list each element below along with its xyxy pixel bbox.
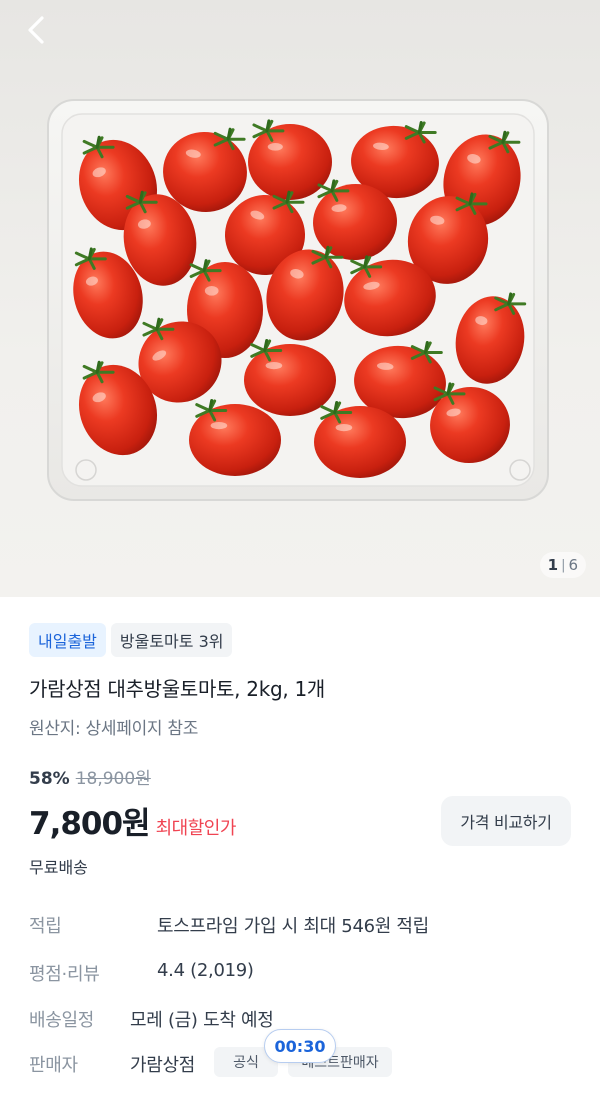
badge-tomorrow-departure: 내일출발 xyxy=(29,623,106,657)
discount-rate: 58% xyxy=(29,769,70,789)
price-row: 7,800원 최대할인가 xyxy=(29,798,236,843)
rating-label: 평점·리뷰 xyxy=(29,964,100,985)
points-label: 적립 xyxy=(29,916,62,937)
original-price: 18,900원 xyxy=(75,769,151,789)
points-value: 토스프라임 가입 시 최대 546원 적립 xyxy=(157,916,429,937)
product-image[interactable]: 1 | 6 xyxy=(0,0,600,597)
max-discount-label: 최대할인가 xyxy=(155,818,237,839)
back-button[interactable] xyxy=(18,10,58,50)
product-origin: 원산지: 상세페이지 참조 xyxy=(29,719,199,739)
seller-name[interactable]: 가람상점 xyxy=(130,1051,195,1077)
chevron-left-icon xyxy=(28,16,44,44)
compare-price-button[interactable]: 가격 비교하기 xyxy=(441,796,571,846)
image-counter-total: 6 xyxy=(568,556,578,574)
rating-value: 4.4 (2,019) xyxy=(157,960,254,981)
sale-price: 7,800원 xyxy=(29,806,151,842)
timer-badge[interactable]: 00:30 xyxy=(264,1029,336,1063)
product-title: 가람상점 대추방울토마토, 2kg, 1개 xyxy=(29,677,326,701)
badge-row: 내일출발 방울토마토 3위 xyxy=(29,623,233,657)
delivery-label: 배송일정 xyxy=(29,1010,95,1031)
image-counter-separator: | xyxy=(561,557,566,573)
discount-row: 58% 18,900원 xyxy=(29,764,151,789)
free-shipping-label: 무료배송 xyxy=(29,858,88,877)
delivery-value: 모레 (금) 도착 예정 xyxy=(130,1010,274,1031)
tomato-photo xyxy=(47,99,549,501)
image-counter: 1 | 6 xyxy=(539,552,586,578)
badge-ranking[interactable]: 방울토마토 3위 xyxy=(110,623,233,657)
image-counter-current: 1 xyxy=(547,556,559,574)
seller-label: 판매자 xyxy=(29,1055,78,1076)
